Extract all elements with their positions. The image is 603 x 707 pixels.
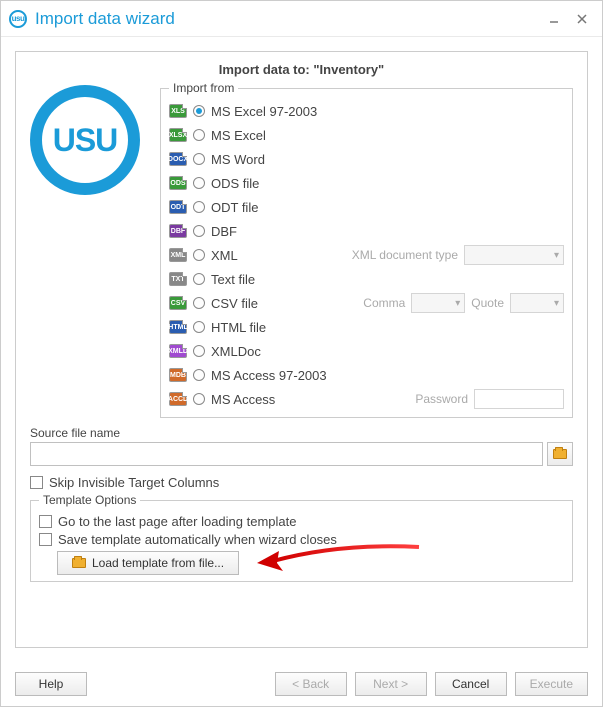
format-label: DBF (211, 224, 237, 239)
titlebar: usu Import data wizard (1, 1, 602, 37)
csv-comma-label: Comma (363, 296, 405, 310)
format-radio[interactable] (193, 393, 205, 405)
go-last-page-label: Go to the last page after loading templa… (58, 514, 297, 529)
format-radio[interactable] (193, 249, 205, 261)
password-label: Password (415, 392, 468, 406)
format-label: CSV file (211, 296, 258, 311)
hint-arrow (239, 551, 564, 575)
format-radio[interactable] (193, 297, 205, 309)
xml-type-select[interactable]: ▾ (464, 245, 564, 265)
format-row: TXT Text file (169, 267, 564, 291)
filetype-icon: DOCX (169, 152, 187, 166)
load-template-button[interactable]: Load template from file... (57, 551, 239, 575)
filetype-icon: HTML (169, 320, 187, 334)
format-radio[interactable] (193, 345, 205, 357)
close-button[interactable] (570, 7, 594, 31)
format-row: DBF DBF (169, 219, 564, 243)
format-radio[interactable] (193, 153, 205, 165)
filetype-icon: ODT (169, 200, 187, 214)
format-row: HTML HTML file (169, 315, 564, 339)
format-label: ODS file (211, 176, 259, 191)
format-radio[interactable] (193, 201, 205, 213)
password-input[interactable] (474, 389, 564, 409)
format-radio[interactable] (193, 369, 205, 381)
csv-quote-select[interactable]: ▾ (510, 293, 564, 313)
xml-type-label: XML document type (352, 248, 458, 262)
format-row: DOCX MS Word (169, 147, 564, 171)
folder-icon (553, 449, 567, 459)
load-template-label: Load template from file... (92, 556, 224, 570)
format-label: MS Excel 97-2003 (211, 104, 317, 119)
format-radio[interactable] (193, 273, 205, 285)
go-last-page-checkbox[interactable] (39, 515, 52, 528)
window-title: Import data wizard (35, 9, 538, 29)
format-row: ODS ODS file (169, 171, 564, 195)
format-row: XMLD XMLDoc (169, 339, 564, 363)
csv-quote-label: Quote (471, 296, 504, 310)
filetype-icon: XLSX (169, 128, 187, 142)
format-label: MS Access (211, 392, 275, 407)
filetype-icon: ODS (169, 176, 187, 190)
format-row: ODT ODT file (169, 195, 564, 219)
folder-icon (72, 558, 86, 568)
format-label: MS Excel (211, 128, 266, 143)
filetype-icon: XLS (169, 104, 187, 118)
cancel-button[interactable]: Cancel (435, 672, 507, 696)
template-options-fieldset: Template Options Go to the last page aft… (30, 493, 573, 582)
back-button[interactable]: < Back (275, 672, 347, 696)
filetype-icon: MDB (169, 368, 187, 382)
import-from-fieldset: Import from XLS MS Excel 97-2003 XLSX MS Ex… (160, 81, 573, 418)
filetype-icon: CSV (169, 296, 187, 310)
format-radio[interactable] (193, 225, 205, 237)
format-row: MDB MS Access 97-2003 (169, 363, 564, 387)
skip-invisible-label: Skip Invisible Target Columns (49, 475, 219, 490)
format-label: XMLDoc (211, 344, 261, 359)
filetype-icon: XMLD (169, 344, 187, 358)
filetype-icon: ACCD (169, 392, 187, 406)
source-file-label: Source file name (30, 426, 573, 440)
format-row: ACCD MS Access Password (169, 387, 564, 411)
skip-invisible-checkbox[interactable] (30, 476, 43, 489)
format-label: MS Word (211, 152, 265, 167)
format-label: Text file (211, 272, 255, 287)
source-file-input[interactable] (30, 442, 543, 466)
format-radio[interactable] (193, 321, 205, 333)
format-row: XML XML XML document type ▾ (169, 243, 564, 267)
execute-button[interactable]: Execute (515, 672, 588, 696)
format-label: ODT file (211, 200, 258, 215)
import-from-legend: Import from (169, 81, 238, 95)
minimize-button[interactable] (542, 7, 566, 31)
format-radio[interactable] (193, 105, 205, 117)
app-icon: usu (9, 10, 27, 28)
format-label: MS Access 97-2003 (211, 368, 327, 383)
usu-logo: USU (30, 85, 140, 195)
format-radio[interactable] (193, 129, 205, 141)
filetype-icon: DBF (169, 224, 187, 238)
browse-button[interactable] (547, 442, 573, 466)
format-row: XLS MS Excel 97-2003 (169, 99, 564, 123)
template-options-legend: Template Options (39, 493, 140, 507)
panel-heading: Import data to: "Inventory" (30, 62, 573, 77)
save-auto-checkbox[interactable] (39, 533, 52, 546)
filetype-icon: TXT (169, 272, 187, 286)
csv-comma-select[interactable]: ▾ (411, 293, 465, 313)
filetype-icon: XML (169, 248, 187, 262)
next-button[interactable]: Next > (355, 672, 427, 696)
wizard-panel: Import data to: "Inventory" USU Import f… (15, 51, 588, 648)
help-button[interactable]: Help (15, 672, 87, 696)
format-radio[interactable] (193, 177, 205, 189)
footer: Help < Back Next > Cancel Execute (1, 662, 602, 706)
format-row: XLSX MS Excel (169, 123, 564, 147)
format-row: CSV CSV file Comma ▾ Quote ▾ (169, 291, 564, 315)
format-label: HTML file (211, 320, 266, 335)
format-label: XML (211, 248, 238, 263)
